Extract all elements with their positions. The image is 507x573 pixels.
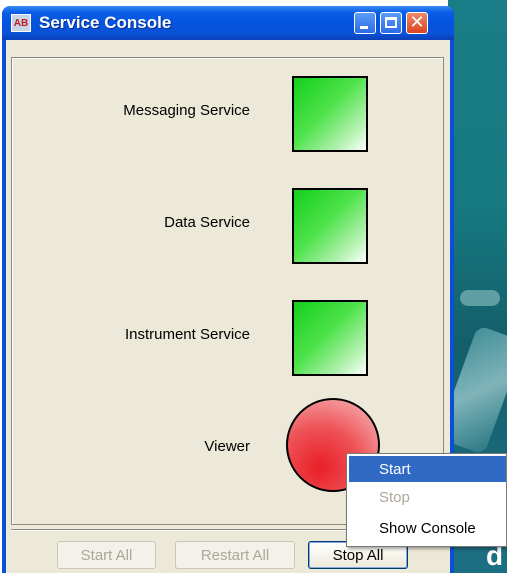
service-label: Messaging Service xyxy=(123,102,250,119)
maximize-button[interactable] xyxy=(380,12,402,34)
status-indicator-running[interactable] xyxy=(292,300,368,376)
service-label: Viewer xyxy=(204,438,250,455)
maximize-icon xyxy=(385,17,397,28)
start-all-button[interactable]: Start All xyxy=(57,541,156,569)
minimize-button[interactable] xyxy=(354,12,376,34)
desktop-decoration xyxy=(448,325,507,455)
close-icon: ✕ xyxy=(409,12,425,32)
window-title: Service Console xyxy=(39,13,172,32)
service-label: Data Service xyxy=(164,214,250,231)
app-icon[interactable]: AB xyxy=(11,14,31,32)
context-menu: Start Stop Show Console xyxy=(346,453,507,547)
minimize-icon xyxy=(360,26,368,29)
title-bar[interactable]: AB Service Console ✕ xyxy=(2,6,454,40)
menu-item-start[interactable]: Start xyxy=(349,456,506,482)
desktop-decoration xyxy=(460,290,500,306)
status-indicator-running[interactable] xyxy=(292,76,368,152)
close-button[interactable]: ✕ xyxy=(406,12,428,34)
menu-item-stop[interactable]: Stop xyxy=(349,484,506,510)
status-indicator-running[interactable] xyxy=(292,188,368,264)
restart-all-button[interactable]: Restart All xyxy=(175,541,295,569)
menu-item-show-console[interactable]: Show Console xyxy=(349,515,506,541)
service-label: Instrument Service xyxy=(124,326,250,343)
